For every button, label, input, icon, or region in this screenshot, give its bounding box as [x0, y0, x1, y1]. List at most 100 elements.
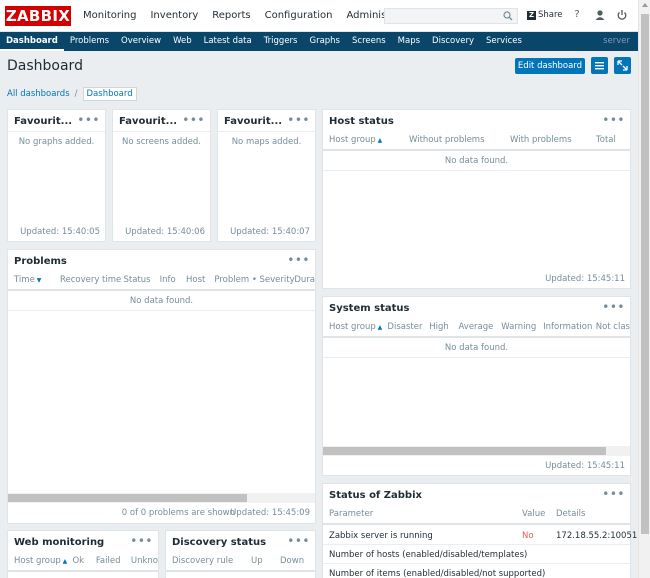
col-disaster: Disaster: [387, 322, 423, 332]
search-box: [384, 8, 518, 24]
col-total: Total: [596, 135, 616, 145]
menu-configuration[interactable]: Configuration: [258, 0, 340, 32]
scrollbar-thumb[interactable]: [323, 447, 606, 455]
col-unknown: Unkno: [130, 556, 158, 566]
user-icon[interactable]: [594, 9, 606, 21]
more-dots-icon[interactable]: •••: [130, 534, 153, 548]
search-input[interactable]: [385, 9, 495, 23]
col-details: Details: [556, 509, 586, 519]
col-up: Up: [251, 556, 263, 566]
table-header: Host group Without problems With problem…: [323, 131, 630, 151]
widget-favourite-graphs: Favourit... ••• No graphs added. Updated…: [7, 109, 106, 242]
widget-system-status: System status ••• Host group Disaster Hi…: [322, 296, 631, 476]
col-discovery-rule: Discovery rule: [172, 556, 234, 566]
col-recovery-time: Recovery time: [59, 275, 122, 285]
menu-icon[interactable]: [591, 57, 608, 74]
row-parameter: Number of items (enabled/disabled/not su…: [329, 569, 546, 578]
empty-message: No data found.: [444, 156, 509, 166]
col-host-group[interactable]: Host group: [329, 131, 409, 149]
table-header: Discovery rule Up Down: [166, 552, 315, 572]
row-parameter: Zabbix server is running: [329, 531, 433, 541]
table-row: Number of hosts (enabled/disabled/templa…: [323, 545, 630, 564]
widget-favourite-maps: Favourit... ••• No maps added. Updated: …: [217, 109, 316, 242]
widget-favourite-screens: Favourit... ••• No screens added. Update…: [112, 109, 211, 242]
horizontal-scrollbar[interactable]: [8, 493, 315, 503]
help-icon[interactable]: ?: [571, 9, 583, 21]
widget-web-monitoring: Web monitoring ••• Host group Ok Failed …: [7, 530, 159, 578]
subnav-services[interactable]: Services: [480, 32, 528, 51]
widget-title: Web monitoring: [14, 537, 105, 548]
page-title: Dashboard: [7, 58, 83, 74]
widget-title: Favourit...: [224, 116, 283, 127]
share-label: Share: [538, 10, 563, 20]
col-information: Information: [543, 322, 593, 332]
col-not-classified: Not clas: [595, 322, 630, 332]
zabbix-logo[interactable]: ZABBIX: [5, 6, 71, 26]
widget-title: Favourit...: [119, 116, 178, 127]
col-without-problems: Without problems: [409, 135, 485, 145]
power-icon[interactable]: [616, 9, 628, 21]
server-label: server: [603, 36, 630, 46]
col-time[interactable]: Time: [14, 271, 60, 289]
table-header: Host group Ok Failed Unkno: [8, 552, 158, 572]
col-failed: Failed: [95, 556, 121, 566]
updated-time: Updated: 15:40:05: [20, 227, 100, 237]
updated-time: Updated: 15:40:07: [230, 227, 310, 237]
more-dots-icon[interactable]: •••: [182, 113, 205, 127]
subnav-latest-data[interactable]: Latest data: [198, 32, 258, 51]
empty-message: No data found.: [129, 296, 194, 306]
more-dots-icon[interactable]: •••: [287, 113, 310, 127]
table-row: Number of items (enabled/disabled/not su…: [323, 564, 630, 578]
scrollbar-thumb[interactable]: [8, 494, 247, 502]
updated-time: Updated: 15:45:11: [545, 461, 625, 471]
row-parameter: Number of hosts (enabled/disabled/templa…: [329, 550, 528, 560]
widget-discovery-status: Discovery status ••• Discovery rule Up D…: [165, 530, 316, 578]
edit-dashboard-button[interactable]: Edit dashboard: [515, 58, 585, 74]
divider: [8, 131, 105, 132]
more-dots-icon[interactable]: •••: [602, 300, 625, 314]
subnav-screens[interactable]: Screens: [346, 32, 392, 51]
updated-time: Updated: 15:40:06: [125, 227, 205, 237]
col-duration: Dura: [294, 275, 315, 285]
menu-reports[interactable]: Reports: [205, 0, 257, 32]
widget-status-of-zabbix: Status of Zabbix ••• Parameter Value Det…: [322, 483, 637, 578]
more-dots-icon[interactable]: •••: [602, 487, 625, 501]
share-icon: Z: [527, 10, 536, 20]
col-host-group[interactable]: Host group: [329, 318, 387, 336]
menu-inventory[interactable]: Inventory: [143, 0, 205, 32]
subnav-web[interactable]: Web: [167, 32, 198, 51]
col-ok: Ok: [72, 556, 85, 566]
more-dots-icon[interactable]: •••: [77, 113, 100, 127]
updated-time: Updated: 15:45:11: [545, 274, 625, 284]
widget-title: Discovery status: [172, 537, 267, 548]
breadcrumb-all-dashboards[interactable]: All dashboards: [7, 89, 70, 99]
col-host: Host: [186, 275, 206, 285]
col-host-group[interactable]: Host group: [14, 552, 72, 570]
empty-message: No graphs added.: [18, 137, 95, 147]
menu-monitoring[interactable]: Monitoring: [76, 0, 143, 32]
share-link[interactable]: Z Share: [527, 10, 563, 20]
breadcrumb: All dashboards / Dashboard: [7, 86, 137, 101]
widget-host-status: Host status ••• Host group Without probl…: [322, 109, 631, 289]
more-dots-icon[interactable]: •••: [287, 253, 310, 267]
subnav-problems[interactable]: Problems: [64, 32, 115, 51]
subnav-overview[interactable]: Overview: [115, 32, 167, 51]
more-dots-icon[interactable]: •••: [287, 534, 310, 548]
fullscreen-icon[interactable]: [614, 57, 631, 74]
page-scrollbar[interactable]: [638, 0, 650, 578]
subnav-dashboard[interactable]: Dashboard: [0, 32, 64, 51]
subnav-graphs[interactable]: Graphs: [303, 32, 346, 51]
more-dots-icon[interactable]: •••: [602, 113, 625, 127]
scroll-up-icon[interactable]: [642, 3, 648, 7]
divider: [113, 131, 210, 132]
table-row: Zabbix server is running No 172.18.55.2:…: [323, 526, 637, 545]
subnav-triggers[interactable]: Triggers: [258, 32, 304, 51]
subnav-discovery[interactable]: Discovery: [426, 32, 480, 51]
subnav-maps[interactable]: Maps: [392, 32, 426, 51]
col-warning: Warning: [501, 322, 537, 332]
col-value: Value: [522, 509, 546, 519]
breadcrumb-dashboard[interactable]: Dashboard: [82, 86, 137, 101]
horizontal-scrollbar[interactable]: [323, 446, 630, 456]
search-icon[interactable]: [503, 11, 513, 21]
scrollbar-thumb[interactable]: [641, 14, 649, 534]
